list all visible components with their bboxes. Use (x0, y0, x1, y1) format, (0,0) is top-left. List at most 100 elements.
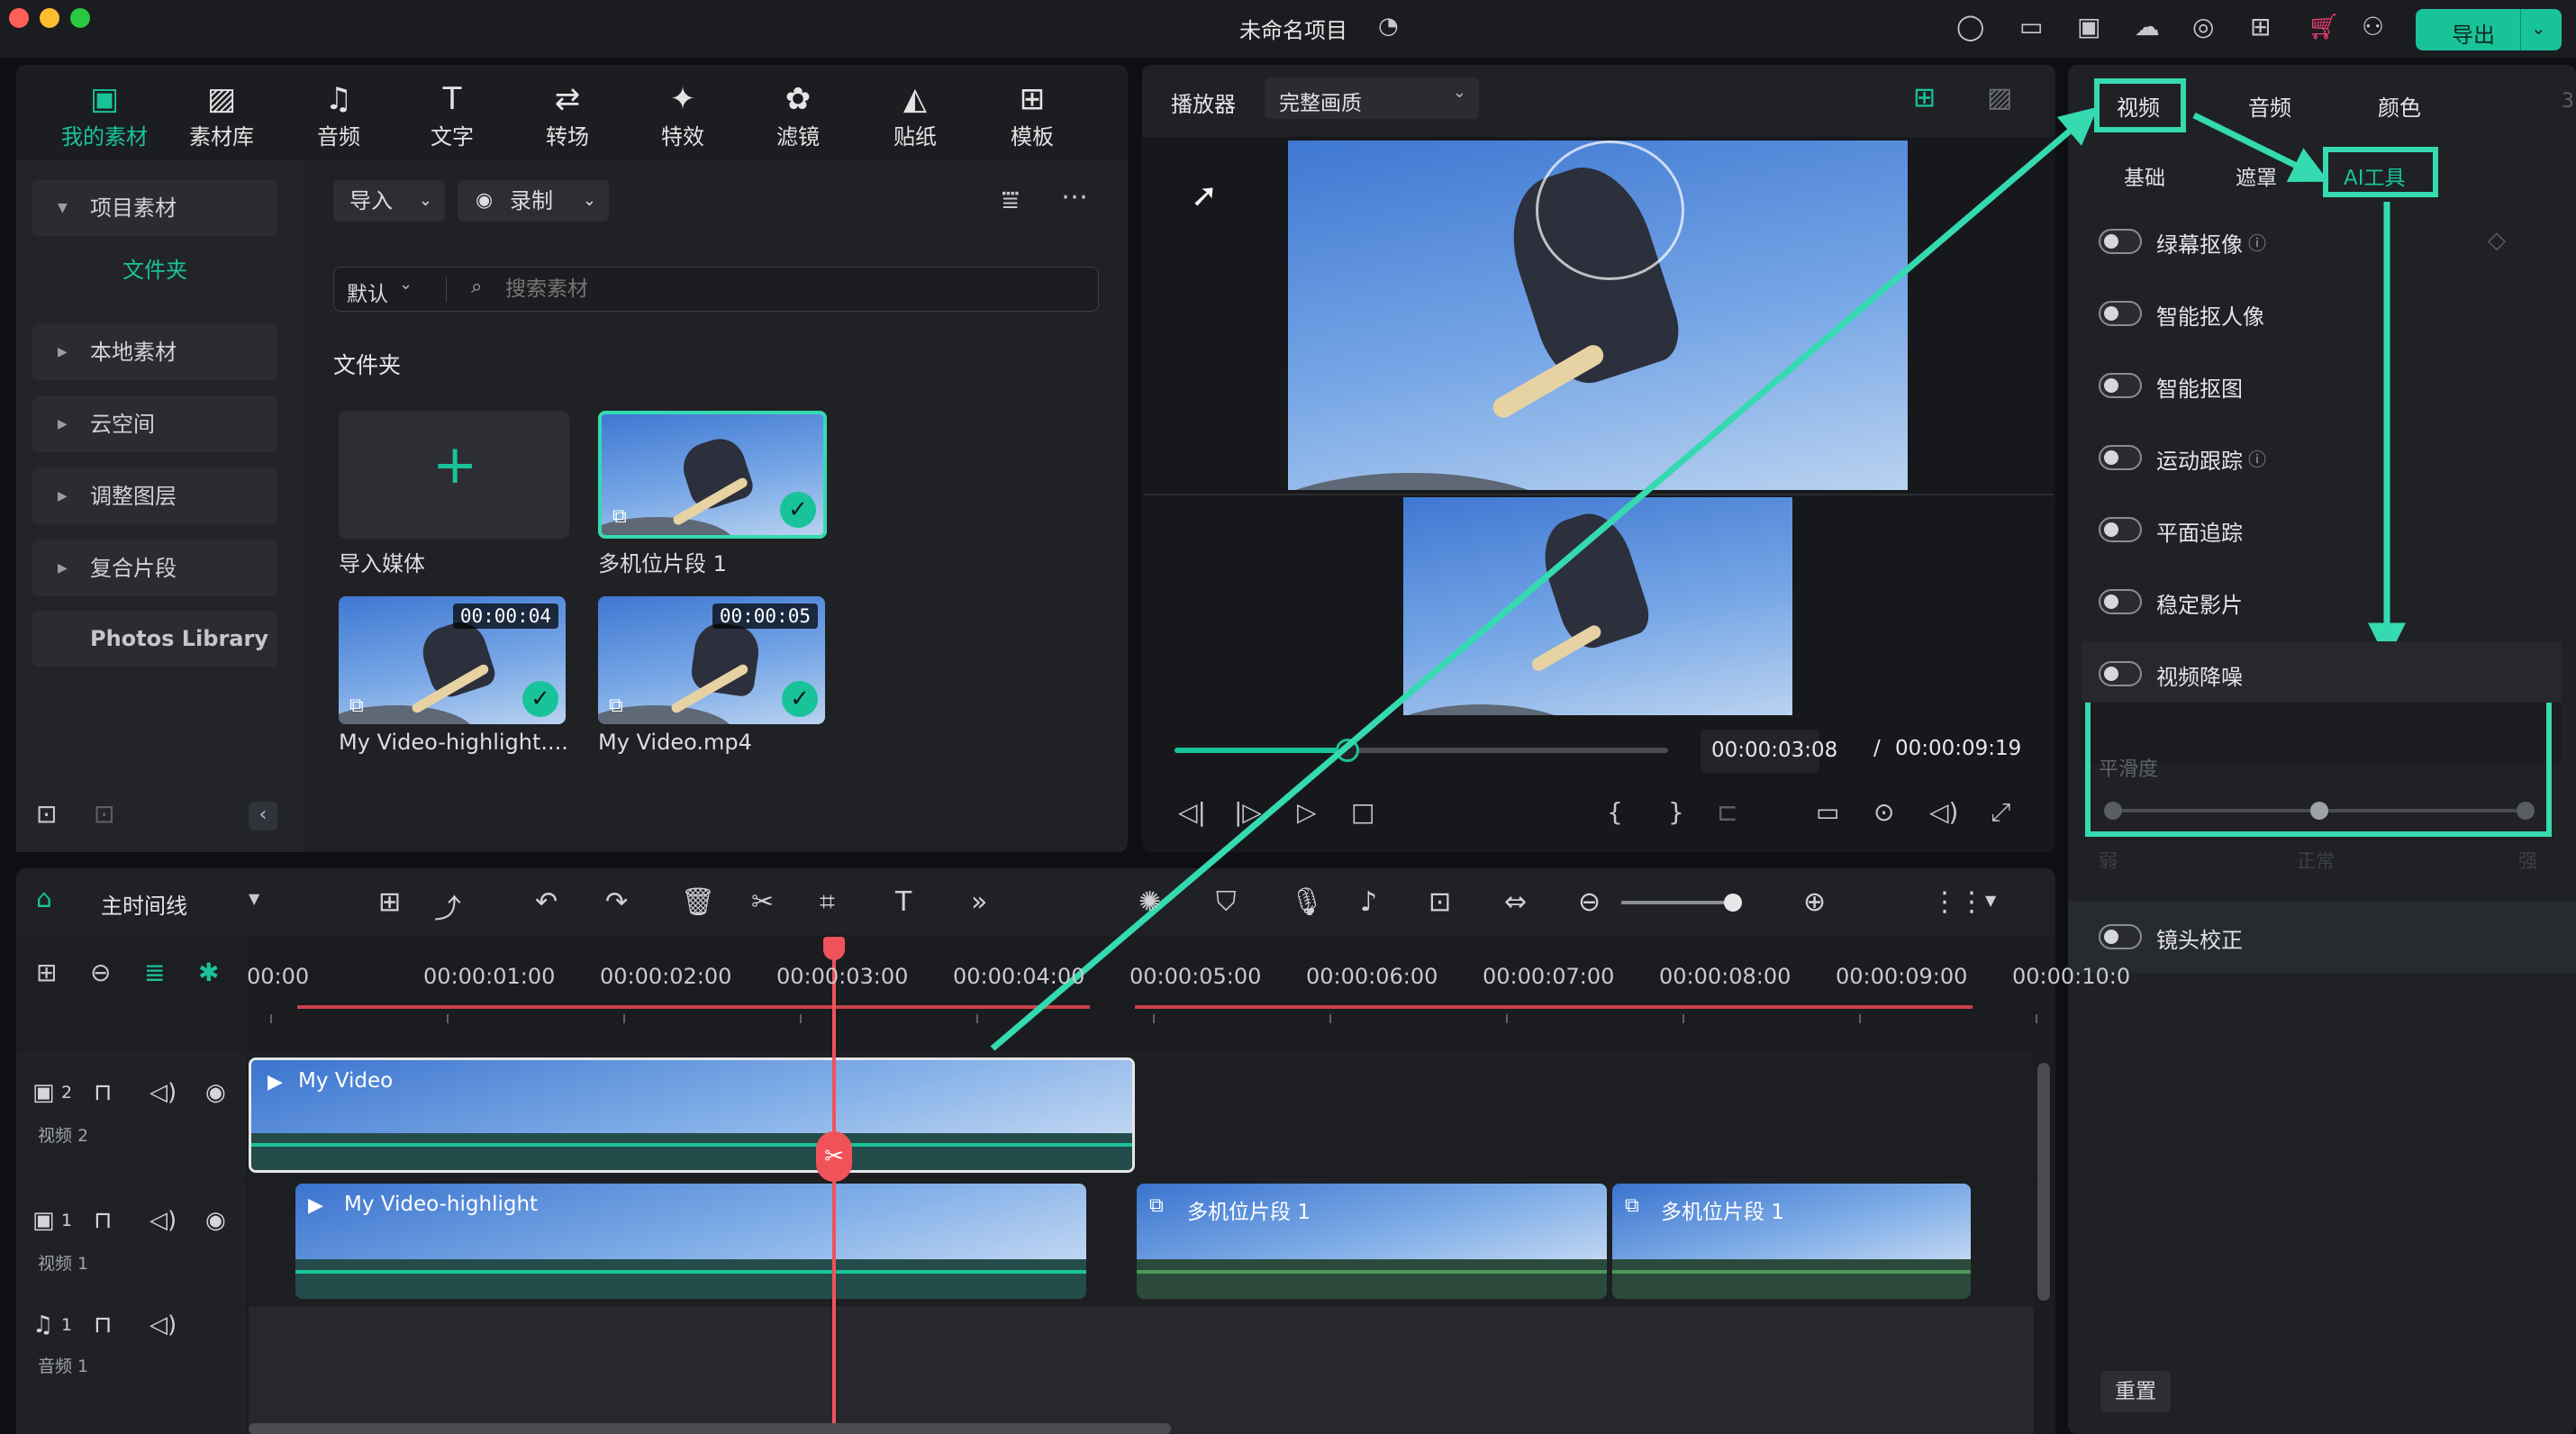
tab-stock-library[interactable]: ▨ 素材库 (171, 79, 272, 155)
undo-icon[interactable]: ↶ (535, 886, 558, 918)
sidebar-item-label: 云空间 (90, 412, 155, 437)
layout-options-icon[interactable]: ⋮⋮ (1931, 886, 1985, 918)
help-icon[interactable]: ⓘ (2248, 229, 2266, 255)
delete-icon[interactable]: 🗑︎ (681, 886, 715, 918)
zoom-slider-knob[interactable] (1724, 894, 1742, 912)
sidebar-item-1[interactable]: ▶ 云空间 (32, 396, 277, 452)
tab-text[interactable]: T 文字 (402, 79, 503, 155)
ai-tool-icon[interactable]: ✺ (1138, 886, 1161, 918)
expand-caret-icon: ▶ (58, 561, 68, 576)
denoise-row-bg (2082, 641, 2562, 703)
more-tools-icon[interactable]: » (971, 886, 987, 918)
tab-label: 转场 (546, 124, 589, 150)
tab-my-media[interactable]: ▣ 我的素材 (54, 79, 155, 155)
ruler-tick: 00:00:08:00 (1659, 964, 1791, 989)
properties-tab-2[interactable]: 颜色 (2378, 90, 2421, 122)
my-media-icon: ▣ (89, 81, 120, 117)
tab-templates[interactable]: ⊞ 模板 (982, 79, 1083, 155)
sidebar-item-3[interactable]: ▶ 复合片段 (32, 540, 277, 596)
option-label-4: 平面追踪 (2156, 521, 2243, 546)
option-label-3: 运动跟踪 (2156, 449, 2243, 474)
option-toggle-0[interactable] (2099, 229, 2142, 254)
ruler-mark (270, 1014, 272, 1023)
speed-icon[interactable]: ⇔ (1504, 886, 1527, 918)
tab-filters[interactable]: ✿ 滤镜 (748, 79, 848, 155)
stock-library-icon: ▨ (206, 81, 237, 117)
ruler-mark (447, 1014, 449, 1023)
properties-tab-1[interactable]: 音频 (2248, 90, 2291, 122)
layout-dropdown-icon[interactable]: ▼ (1985, 892, 1996, 909)
tab-label: 滤镜 (776, 124, 820, 150)
sidebar-item-label: 调整图层 (90, 484, 177, 509)
tab-label: 音频 (317, 124, 360, 150)
voiceover-icon[interactable]: 🎙︎ (1290, 886, 1324, 918)
tab-effects[interactable]: ✦ 特效 (632, 79, 733, 155)
marker-icon[interactable]: ⛉ (1216, 886, 1237, 918)
ruler-mark (2036, 1014, 2037, 1023)
ruler-tick: 00:00 (247, 964, 310, 989)
tab-label: 我的素材 (61, 124, 148, 150)
option-toggle-4[interactable] (2099, 517, 2142, 542)
tab-label: 特效 (661, 124, 704, 150)
zoom-in-icon[interactable]: ⊕ (1803, 886, 1826, 918)
text-icon: T (442, 81, 462, 117)
properties-subtab-0[interactable]: 基础 (2124, 160, 2165, 191)
filters-icon: ✿ (785, 81, 812, 117)
ruler-mark (1683, 1014, 1684, 1023)
ruler-tick: 00:00:05:00 (1129, 964, 1262, 989)
ruler-mark (1506, 1014, 1508, 1023)
ruler-tick: 00:00:01:00 (423, 964, 556, 989)
help-icon[interactable]: ⓘ (2248, 445, 2266, 471)
ruler-mark (1329, 1014, 1331, 1023)
ruler-tick: 00:00:07:00 (1483, 964, 1615, 989)
option-toggle-5[interactable] (2099, 589, 2142, 614)
zoom-out-icon[interactable]: ⊖ (1578, 886, 1601, 918)
audio-detach-icon[interactable]: ♪ (1360, 886, 1377, 918)
ruler-mark (800, 1014, 802, 1023)
select-tool-icon[interactable]: ⤴ (434, 886, 461, 926)
tab-transition[interactable]: ⇄ 转场 (517, 79, 618, 155)
properties-tab-0[interactable]: 视频 (2117, 90, 2160, 122)
option-label-2: 智能抠图 (2156, 377, 2243, 402)
text-tool-icon[interactable]: T (895, 886, 912, 918)
tab-stickers[interactable]: ◭ 贴纸 (865, 79, 966, 155)
split-view-icon[interactable]: ⊞ (378, 886, 401, 918)
redo-icon[interactable]: ↷ (605, 886, 628, 918)
transition-icon: ⇄ (554, 81, 581, 117)
option-label-5: 稳定影片 (2156, 593, 2243, 618)
sidebar-item-label: 本地素材 (90, 340, 177, 365)
option-toggle-1[interactable] (2099, 301, 2142, 326)
tab-label: 模板 (1011, 124, 1054, 150)
sidebar-item-2[interactable]: ▶ 调整图层 (32, 468, 277, 524)
audio-icon: ♫ (324, 81, 353, 117)
option-toggle-6[interactable] (2099, 661, 2142, 686)
properties-subtab-1[interactable]: 遮罩 (2236, 160, 2277, 191)
annotation-overlay (990, 78, 2552, 1051)
ruler-mark (1153, 1014, 1155, 1023)
ruler-tick: 00:00:02:00 (600, 964, 732, 989)
auto-reframe-icon[interactable]: ⊡ (1429, 886, 1451, 918)
stickers-icon: ◭ (903, 81, 928, 117)
properties-subtab-2[interactable]: AI工具 (2344, 160, 2406, 191)
expand-caret-icon: ▶ (58, 489, 68, 504)
crop-icon[interactable]: ⌗ (820, 886, 835, 918)
sidebar-item-label: 复合片段 (90, 556, 177, 581)
effects-icon: ✦ (669, 81, 696, 117)
ruler-mark (1859, 1014, 1861, 1023)
option-toggle-3[interactable] (2099, 445, 2142, 470)
keyframe-diamond-icon[interactable]: ◇ (2488, 227, 2506, 254)
option-label-6: 视频降噪 (2156, 665, 2243, 690)
ruler-mark (623, 1014, 625, 1023)
ruler-mark (976, 1014, 978, 1023)
tab-label: 素材库 (189, 124, 254, 150)
sidebar-item-0[interactable]: ▶ 本地素材 (32, 324, 277, 380)
option-toggle-2[interactable] (2099, 373, 2142, 398)
cut-icon[interactable]: ✂ (751, 886, 774, 918)
expand-caret-icon: ▶ (58, 345, 68, 359)
tab-label: 贴纸 (893, 124, 937, 150)
tab-label: 文字 (431, 124, 474, 150)
zoom-slider[interactable] (1621, 901, 1738, 904)
tab-audio[interactable]: ♫ 音频 (288, 79, 389, 155)
templates-icon: ⊞ (1019, 81, 1046, 117)
ruler-tick: 00:00:10:0 (2012, 964, 2131, 989)
